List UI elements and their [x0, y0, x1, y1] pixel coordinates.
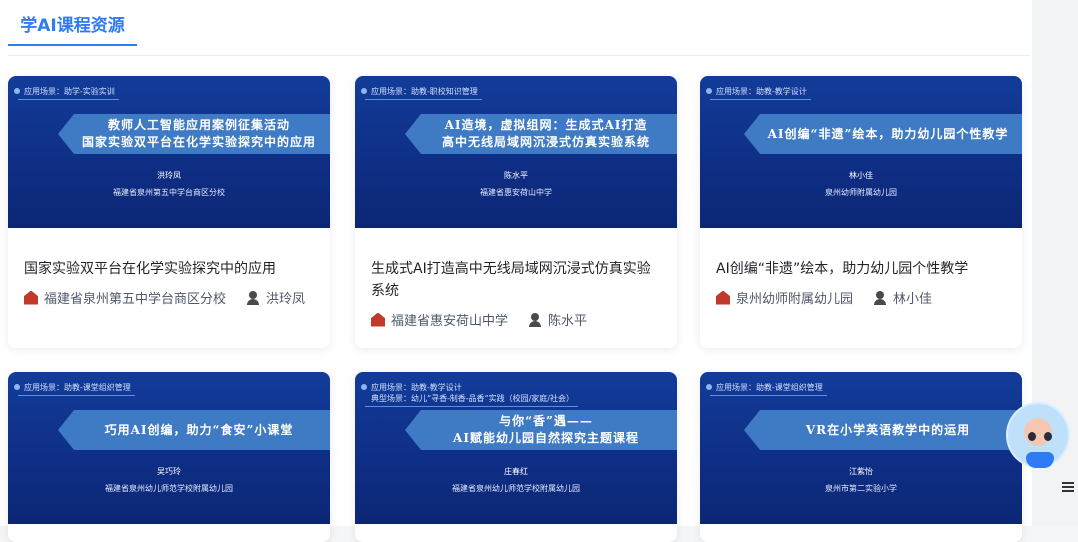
thumbnail-school: 福建省泉州幼儿师范学校附属幼儿园: [105, 484, 233, 493]
thumbnail-school: 泉州市第二实验小学: [825, 484, 897, 493]
divider: [8, 55, 1030, 56]
tab-ai-course-resources[interactable]: 学AI课程资源: [8, 12, 137, 46]
course-title[interactable]: 生成式AI打造高中无线局域网沉浸式仿真实验系统: [371, 258, 661, 302]
banner-line: 高中无线局域网沉浸式仿真实验系统: [441, 135, 650, 149]
mascot-eye: [1028, 432, 1036, 441]
course-card[interactable]: 应用场景：助教-教学设计典型场景：幼儿“寻香-制香-品香”实践（校园/家庭/社会…: [355, 372, 677, 542]
thumbnail-author: 庄春红: [504, 467, 528, 476]
banner-line: 国家实验双平台在化学实验探究中的应用: [81, 135, 316, 149]
mascot-eye: [1044, 432, 1052, 441]
thumbnail-banner: 与你“香”遇—— AI赋能幼儿园自然探究主题课程: [405, 410, 677, 450]
user-icon: [873, 290, 887, 305]
course-title[interactable]: AI创编“非遗”绘本，助力幼儿园个性教学: [716, 258, 1006, 280]
course-thumbnail[interactable]: 应用场景：助教-课堂组织管理 巧用AI创编，助力“食安”小课堂 吴巧玲 福建省泉…: [8, 372, 330, 524]
thumbnail-school: 福建省泉州第五中学台商区分校: [113, 188, 225, 197]
course-thumbnail[interactable]: 应用场景：助教-课堂组织管理 VR在小学英语教学中的运用 江紫怡 泉州市第二实验…: [700, 372, 1022, 524]
thumbnail-author: 林小佳: [849, 171, 873, 180]
course-card[interactable]: 应用场景：助教-职校知识管理 AI造境，虚拟组网：生成式AI打造 高中无线局域网沉…: [355, 76, 677, 348]
author-name: 陈水平: [548, 314, 588, 329]
thumbnail-author: 陈水平: [504, 171, 528, 180]
thumbnail-author: 吴巧玲: [157, 467, 181, 476]
scene-line: 应用场景：助教-教学设计: [371, 383, 462, 392]
school-icon: [371, 312, 385, 327]
main-content: 学AI课程资源 应用场景：助学-实验实训 教师人工智能应用案例征集活动国家实验双…: [0, 0, 1032, 542]
scene-label: 应用场景：助教-教学设计典型场景：幼儿“寻香-制香-品香”实践（校园/家庭/社会…: [361, 382, 578, 407]
thumbnail-banner: AI创编“非遗”绘本，助力幼儿园个性教学: [744, 114, 1022, 154]
scene-label: 应用场景：助学-实验实训: [14, 86, 119, 100]
banner-line: VR在小学英语教学中的运用: [805, 422, 971, 437]
thumbnail-author: 江紫怡: [849, 467, 873, 476]
scene-label: 应用场景：助教-教学设计: [706, 86, 811, 100]
course-card[interactable]: 应用场景：助教-教学设计 AI创编“非遗”绘本，助力幼儿园个性教学 林小佳 泉州…: [700, 76, 1022, 348]
menu-icon[interactable]: [1062, 482, 1074, 492]
assistant-mascot-button[interactable]: [1006, 402, 1070, 468]
scene-label: 应用场景：助教-课堂组织管理: [706, 382, 827, 396]
author-name: 林小佳: [893, 292, 933, 307]
mascot-body: [1026, 452, 1054, 468]
school-icon: [716, 290, 730, 305]
scene-line: 典型场景：幼儿“寻香-制香-品香”实践（校园/家庭/社会）: [371, 394, 574, 403]
banner-line: AI造境，虚拟组网：生成式AI打造: [444, 118, 648, 132]
school-name: 泉州幼师附属幼儿园: [736, 292, 854, 307]
scene-label: 应用场景：助教-职校知识管理: [361, 86, 482, 100]
thumbnail-banner: 巧用AI创编，助力“食安”小课堂: [58, 410, 330, 450]
thumbnail-banner: AI造境，虚拟组网：生成式AI打造 高中无线局域网沉浸式仿真实验系统: [405, 114, 677, 154]
course-thumbnail[interactable]: 应用场景：助教-职校知识管理 AI造境，虚拟组网：生成式AI打造 高中无线局域网沉…: [355, 76, 677, 228]
school-name: 福建省惠安荷山中学: [391, 314, 509, 329]
course-title[interactable]: 国家实验双平台在化学实验探究中的应用: [24, 258, 314, 280]
course-card[interactable]: 应用场景：助教-课堂组织管理 VR在小学英语教学中的运用 江紫怡 泉州市第二实验…: [700, 372, 1022, 542]
course-thumbnail[interactable]: 应用场景：助学-实验实训 教师人工智能应用案例征集活动国家实验双平台在化学实验探…: [8, 76, 330, 228]
banner-line: 与你“香”遇——: [499, 414, 593, 428]
thumbnail-banner: VR在小学英语教学中的运用: [744, 410, 1022, 450]
banner-line: AI赋能幼儿园自然探究主题课程: [453, 431, 639, 445]
thumbnail-author: 洪玲凤: [157, 171, 181, 180]
banner-line: 巧用AI创编，助力“食安”小课堂: [104, 422, 294, 437]
scene-label: 应用场景：助教-课堂组织管理: [14, 382, 135, 396]
school-icon: [24, 290, 38, 305]
thumbnail-school: 泉州幼师附属幼儿园: [825, 188, 897, 197]
banner-line: 教师人工智能应用案例征集活动: [107, 118, 290, 132]
user-icon: [528, 312, 542, 327]
thumbnail-school: 福建省泉州幼儿师范学校附属幼儿园: [452, 484, 580, 493]
course-card[interactable]: 应用场景：助教-课堂组织管理 巧用AI创编，助力“食安”小课堂 吴巧玲 福建省泉…: [8, 372, 330, 542]
school-name: 福建省泉州第五中学台商区分校: [44, 292, 227, 307]
thumbnail-school: 福建省惠安荷山中学: [480, 188, 552, 197]
course-card[interactable]: 应用场景：助学-实验实训 教师人工智能应用案例征集活动国家实验双平台在化学实验探…: [8, 76, 330, 348]
thumbnail-banner: 教师人工智能应用案例征集活动国家实验双平台在化学实验探究中的应用: [58, 114, 330, 154]
course-thumbnail[interactable]: 应用场景：助教-教学设计 AI创编“非遗”绘本，助力幼儿园个性教学 林小佳 泉州…: [700, 76, 1022, 228]
user-icon: [246, 290, 260, 305]
banner-line: AI创编“非遗”绘本，助力幼儿园个性教学: [767, 126, 1009, 141]
course-thumbnail[interactable]: 应用场景：助教-教学设计典型场景：幼儿“寻香-制香-品香”实践（校园/家庭/社会…: [355, 372, 677, 524]
author-name: 洪玲凤: [266, 292, 306, 307]
